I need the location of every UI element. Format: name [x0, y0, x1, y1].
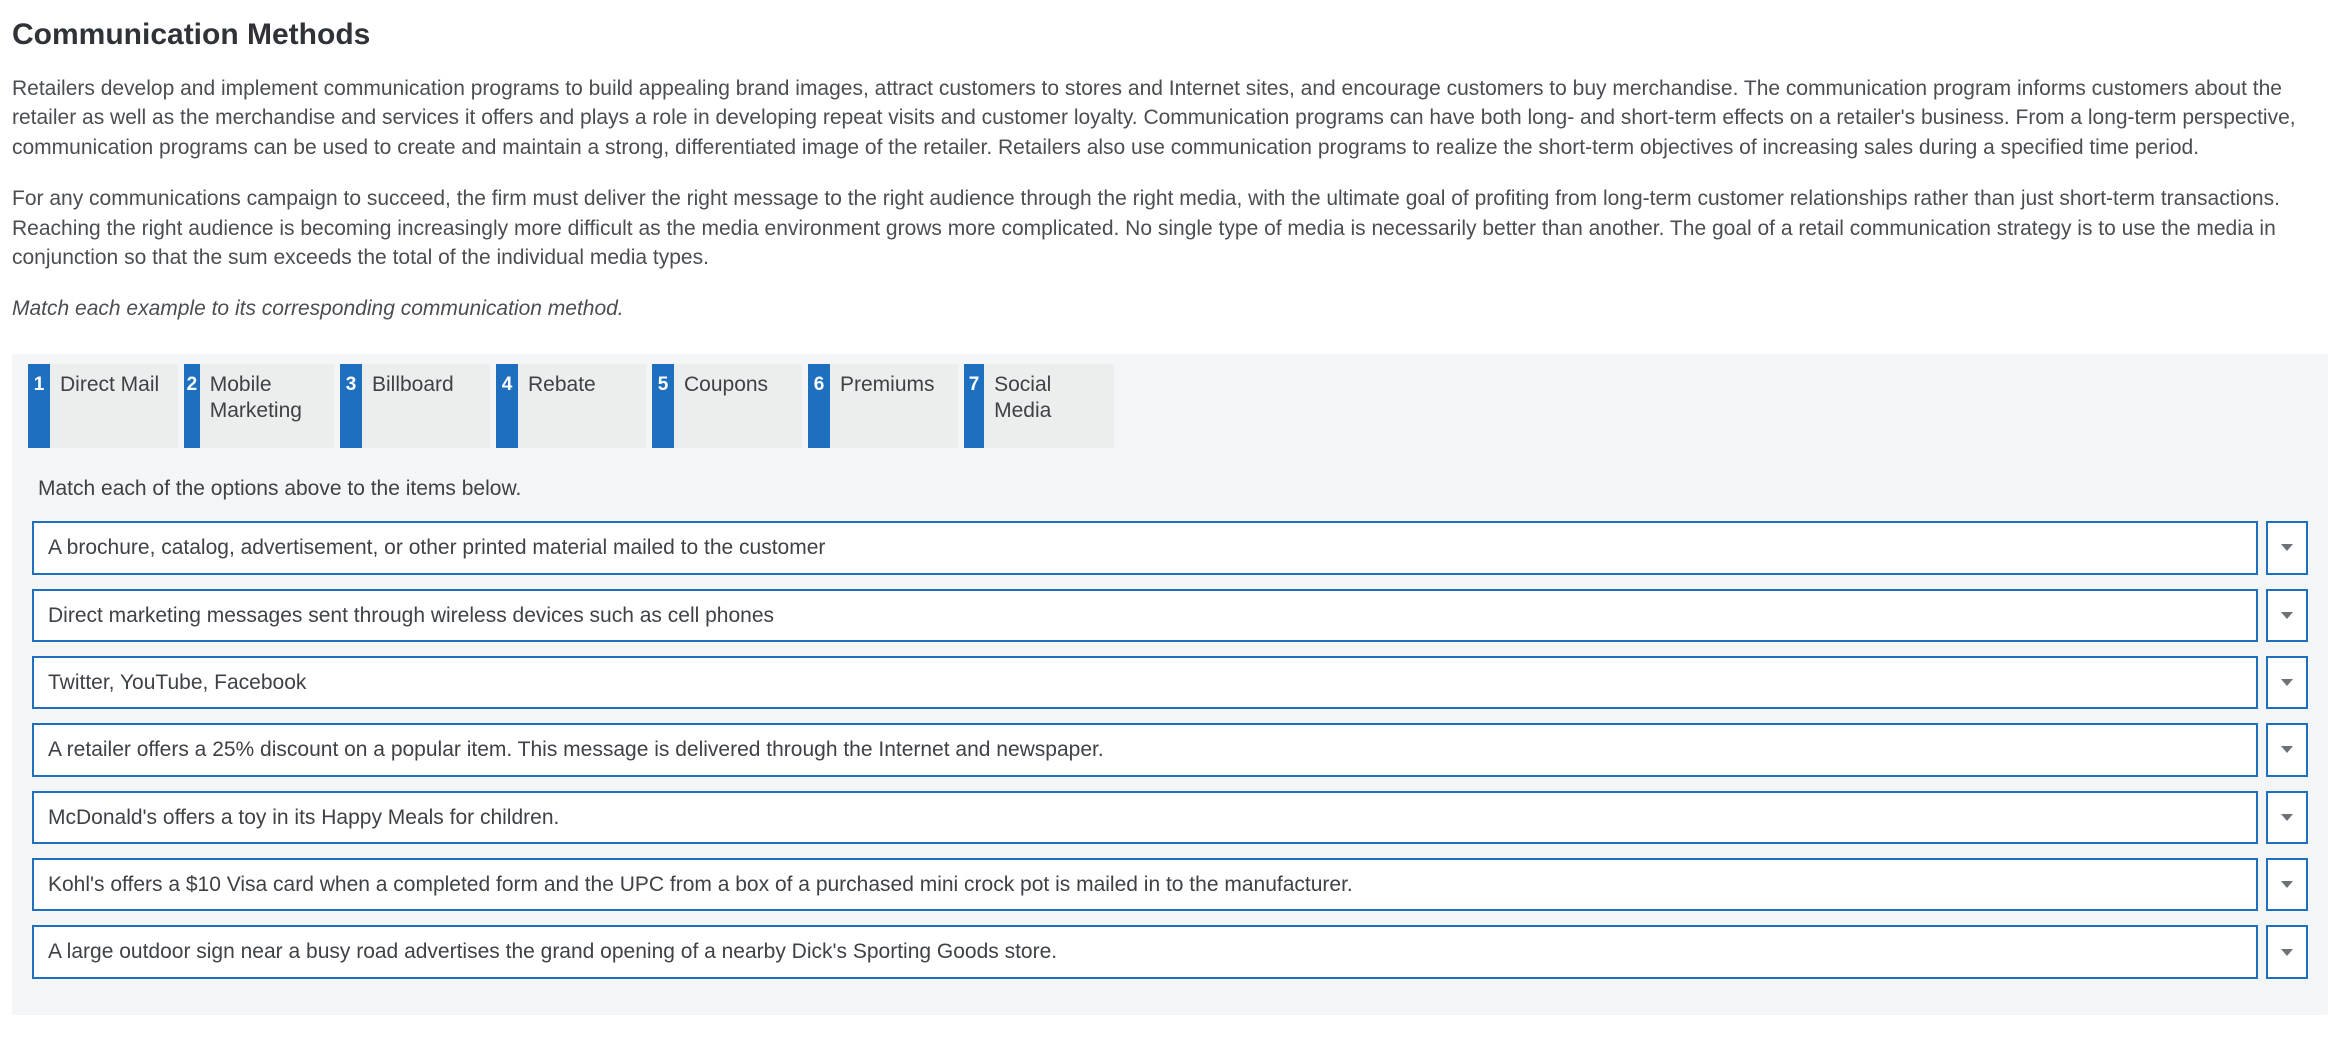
caret-down-icon	[2281, 679, 2293, 686]
instruction-text: Match each example to its corresponding …	[12, 294, 2328, 323]
match-row: A large outdoor sign near a busy road ad…	[32, 925, 2308, 978]
match-dropdown[interactable]	[2266, 656, 2308, 709]
option-label: Coupons	[674, 364, 778, 448]
intro-paragraph-2: For any communications campaign to succe…	[12, 184, 2328, 272]
match-item-text: A large outdoor sign near a busy road ad…	[32, 925, 2258, 978]
option-premiums[interactable]: 6 Premiums	[808, 364, 958, 448]
caret-down-icon	[2281, 881, 2293, 888]
match-row: Twitter, YouTube, Facebook	[32, 656, 2308, 709]
match-item-text: Direct marketing messages sent through w…	[32, 589, 2258, 642]
option-number: 2	[184, 364, 200, 448]
match-item-text: McDonald's offers a toy in its Happy Mea…	[32, 791, 2258, 844]
option-direct-mail[interactable]: 1 Direct Mail	[28, 364, 178, 448]
option-number: 5	[652, 364, 674, 448]
options-row: 1 Direct Mail 2 Mobile Marketing 3 Billb…	[12, 354, 2328, 448]
caret-down-icon	[2281, 814, 2293, 821]
match-dropdown[interactable]	[2266, 858, 2308, 911]
option-mobile-marketing[interactable]: 2 Mobile Marketing	[184, 364, 334, 448]
match-item-text: Twitter, YouTube, Facebook	[32, 656, 2258, 709]
match-item-text: A brochure, catalog, advertisement, or o…	[32, 521, 2258, 574]
match-row: Kohl's offers a $10 Visa card when a com…	[32, 858, 2308, 911]
option-label: Billboard	[362, 364, 464, 448]
option-coupons[interactable]: 5 Coupons	[652, 364, 802, 448]
match-row: Direct marketing messages sent through w…	[32, 589, 2308, 642]
option-label: Rebate	[518, 364, 606, 448]
match-item-text: A retailer offers a 25% discount on a po…	[32, 723, 2258, 776]
option-number: 4	[496, 364, 518, 448]
option-number: 6	[808, 364, 830, 448]
match-row: A brochure, catalog, advertisement, or o…	[32, 521, 2308, 574]
option-label: Social Media	[984, 364, 1114, 448]
match-row: A retailer offers a 25% discount on a po…	[32, 723, 2308, 776]
option-rebate[interactable]: 4 Rebate	[496, 364, 646, 448]
match-list: A brochure, catalog, advertisement, or o…	[12, 521, 2328, 979]
caret-down-icon	[2281, 949, 2293, 956]
matching-activity: 1 Direct Mail 2 Mobile Marketing 3 Billb…	[12, 354, 2328, 1015]
intro-paragraph-1: Retailers develop and implement communic…	[12, 74, 2328, 162]
caret-down-icon	[2281, 746, 2293, 753]
option-number: 1	[28, 364, 50, 448]
option-social-media[interactable]: 7 Social Media	[964, 364, 1114, 448]
caret-down-icon	[2281, 544, 2293, 551]
match-dropdown[interactable]	[2266, 589, 2308, 642]
option-billboard[interactable]: 3 Billboard	[340, 364, 490, 448]
match-item-text: Kohl's offers a $10 Visa card when a com…	[32, 858, 2258, 911]
option-label: Premiums	[830, 364, 945, 448]
option-label: Direct Mail	[50, 364, 169, 448]
match-dropdown[interactable]	[2266, 723, 2308, 776]
option-number: 3	[340, 364, 362, 448]
option-label: Mobile Marketing	[200, 364, 334, 448]
match-header: Match each of the options above to the i…	[12, 448, 2328, 521]
option-number: 7	[964, 364, 984, 448]
page-title: Communication Methods	[12, 14, 2328, 56]
match-dropdown[interactable]	[2266, 925, 2308, 978]
match-dropdown[interactable]	[2266, 791, 2308, 844]
caret-down-icon	[2281, 612, 2293, 619]
match-row: McDonald's offers a toy in its Happy Mea…	[32, 791, 2308, 844]
match-dropdown[interactable]	[2266, 521, 2308, 574]
